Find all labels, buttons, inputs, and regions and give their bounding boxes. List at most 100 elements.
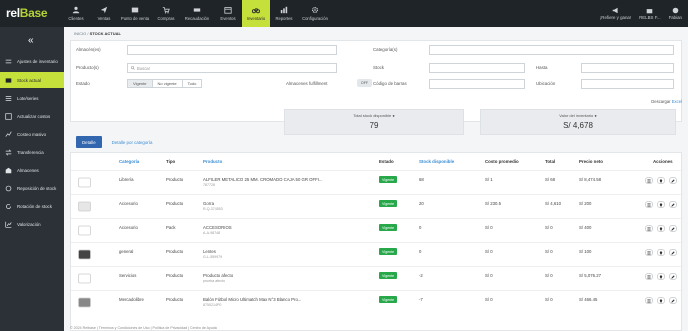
sidebar-item-label: Transferencia [17,149,44,155]
location-action-button[interactable] [657,225,665,232]
edit-action-button[interactable] [669,225,677,232]
top-bar: relBase Clientes Ventas Punto de venta C… [0,0,688,27]
sidebar-item-stock-actual[interactable]: Stock actual [0,72,64,88]
store-icon [647,9,653,14]
cell-stock: -7 [419,297,423,302]
header-stock[interactable]: Stock disponible [419,159,454,164]
productos-search-input[interactable]: Buscar [127,63,337,73]
productos-label: Producto(s) [76,65,99,70]
product-sku: A-A-98748 [203,231,221,235]
cell-producto[interactable]: Balón Fútbol Micro Ultimatch Max N°3 Bla… [203,297,373,307]
location-action-button[interactable] [657,201,665,208]
list-action-button[interactable] [645,249,653,256]
nav-recaudacion[interactable]: Recaudación [180,0,214,27]
header-total: Total [545,159,556,164]
sidebar-item-actualizar-costos[interactable]: Actualizar costos [0,108,64,124]
tab-detalle-categoria[interactable]: Detalle por categoría [106,136,159,148]
sidebar-item-lotes[interactable]: Lote/series [0,90,64,106]
info-icon[interactable]: ● [392,113,394,118]
status-badge: Vigente [379,272,398,279]
nav-compras[interactable]: Compras [152,0,180,27]
list-action-button[interactable] [645,297,653,304]
download-excel-link[interactable]: Excel [672,99,682,104]
cell-producto[interactable]: ALFILER METALICO 25 MM. CROMADO CAJA 50 … [203,177,373,187]
table-row: general Producto Lentes G-L-559979 Vigent… [71,242,683,265]
cell-tipo: Producto [166,249,184,254]
categorias-select[interactable] [429,45,674,55]
almacen-label: Almacén(es) [76,47,101,52]
location-action-button[interactable] [657,273,665,280]
inventory-value-title: Valor del inventario [559,113,594,118]
nav-inventario[interactable]: Inventario [242,0,270,27]
stock-input[interactable] [429,63,525,73]
header-producto[interactable]: Producto [203,159,222,164]
cell-producto[interactable]: ACCESORIOS A-A-98748 [203,225,373,235]
list-action-button[interactable] [645,201,653,208]
sidebar-item-label: Ajustes de inventario [17,58,58,64]
sidebar-item-ajustes[interactable]: Ajustes de inventario [0,53,64,69]
list-action-button[interactable] [645,177,653,184]
nav-eventos[interactable]: Eventos [214,0,242,27]
map-pin-icon [659,202,663,207]
sidebar-item-costeo-masivo[interactable]: Costeo masivo [0,126,64,142]
edit-action-button[interactable] [669,177,677,184]
estado-vigente-option[interactable]: Vigente [128,80,153,87]
cell-costo: S/ 1 [485,177,493,182]
nav-reportes[interactable]: Reportes [270,0,298,27]
cell-precio: S/ 5,076.27 [579,273,601,278]
store-selector[interactable]: RELBS F... [639,7,661,20]
product-name: Gorra [203,201,214,206]
fulfillment-toggle[interactable]: OFF [357,79,372,87]
sidebar-item-transferencia[interactable]: Transferencia [0,144,64,160]
edit-action-button[interactable] [669,201,677,208]
hasta-input[interactable] [581,63,674,73]
cell-total: S/ 0 [545,225,553,230]
nav-label: Eventos [220,16,236,21]
table-row: Librería Producto ALFILER METALICO 25 MM… [71,170,683,193]
info-icon[interactable]: ● [594,113,596,118]
sidebar-item-rotacion[interactable]: Rotación de stock [0,198,64,214]
list-action-button[interactable] [645,225,653,232]
breadcrumb: INICIO / STOCK ACTUAL [74,31,121,36]
nav-label: Clientes [68,16,84,21]
collapse-sidebar-button[interactable]: « [28,35,34,46]
total-stock-value: 79 [369,121,379,130]
edit-action-button[interactable] [669,297,677,304]
list-action-button[interactable] [645,273,653,280]
edit-action-button[interactable] [669,249,677,256]
nav-clientes[interactable]: Clientes [62,0,90,27]
sidebar-item-reposicion[interactable]: Reposición de stock [0,180,64,196]
search-icon [131,66,135,70]
nav-label: Configuración [302,16,328,21]
nav-configuracion[interactable]: Configuración [298,0,332,27]
product-name: ALFILER METALICO 25 MM. CROMADO CAJA 50 … [203,177,323,182]
nav-ventas[interactable]: Ventas [90,0,118,27]
pencil-icon [671,202,675,207]
ubicacion-input[interactable] [581,79,674,89]
header-estado: Estado [379,159,394,164]
sidebar-item-label: Costeo masivo [17,131,47,137]
pos-icon [131,7,139,13]
location-action-button[interactable] [657,249,665,256]
sidebar-item-valorizacion[interactable]: Valorización [0,216,64,232]
sidebar-item-almacenes[interactable]: Almacenes [0,162,64,178]
estado-no-vigente-option[interactable]: No vigente [153,80,183,87]
product-name: Producto afecto [203,273,234,278]
cell-producto[interactable]: Gorra R-Q-374553 [203,201,373,211]
relbase-logo[interactable]: relBase [6,6,48,20]
location-action-button[interactable] [657,177,665,184]
refer-button[interactable]: ¡Refiere y gana! [600,7,631,20]
codigo-barras-input[interactable] [429,79,525,89]
nav-punto-de-venta[interactable]: Punto de venta [118,0,152,27]
estado-todo-option[interactable]: Todo [183,80,202,87]
user-menu[interactable]: Fabian [669,7,682,20]
tab-detalle[interactable]: Detalle [76,136,102,148]
cell-producto[interactable]: Lentes G-L-559979 [203,249,373,259]
almacen-select[interactable] [127,45,337,55]
cell-producto[interactable]: Producto afecto prueba afecto [203,273,373,283]
location-action-button[interactable] [657,297,665,304]
table-row: Servicios Producto Producto afecto prueba… [71,266,683,289]
breadcrumb-home[interactable]: INICIO [74,31,86,36]
edit-action-button[interactable] [669,273,677,280]
header-categoria[interactable]: Categoría [119,159,139,164]
